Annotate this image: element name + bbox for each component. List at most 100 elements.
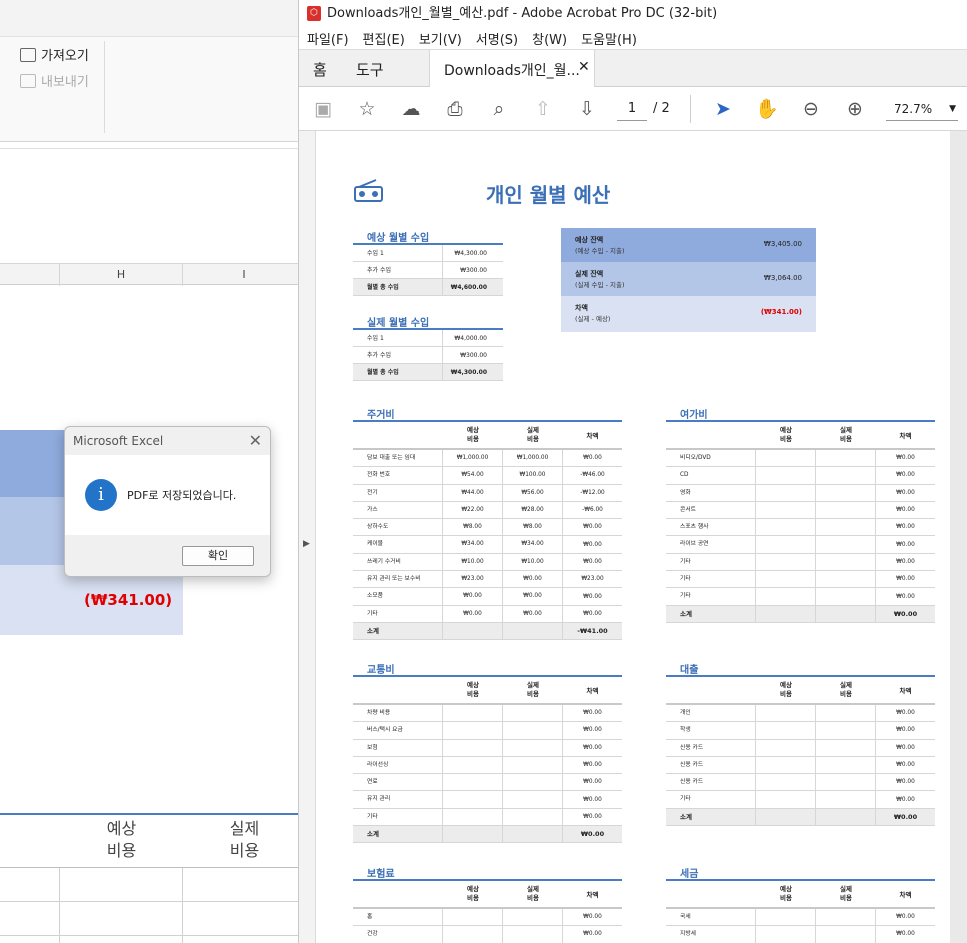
excel-message-dialog: Microsoft Excel ✕ i PDF로 저장되었습니다. 확인 <box>64 426 271 577</box>
expense-row: 버스/택시 요금 ₩0.00 <box>353 722 622 740</box>
actual-cost-cell <box>816 808 876 826</box>
expand-panel-icon[interactable]: ▶ <box>303 539 310 549</box>
difference-cell: ₩0.00 <box>583 710 602 717</box>
income-label: 월별 총 수입 <box>353 279 443 295</box>
planned-cost-header[interactable]: 예상 비용 <box>60 818 183 862</box>
planned-cost-cell <box>443 926 503 943</box>
expense-table-title: 여가비 <box>680 410 708 421</box>
tab-tools[interactable]: 도구 <box>356 59 384 80</box>
difference-cell: ₩0.00 <box>583 455 602 462</box>
difference-cell[interactable]: (₩341.00) <box>84 591 172 609</box>
left-panel-collapsed[interactable]: ▶ <box>299 131 316 943</box>
actual-cost-cell <box>503 774 563 791</box>
leisure-table: 여가비 예상 비용 실제 비용 차액 비디오/DVD ₩0.00 CD ₩0.00 영화 ₩0.0… <box>666 406 935 623</box>
difference-cell: ₩23.00 <box>581 576 604 583</box>
cloud-upload-icon[interactable]: ☁ <box>399 97 423 121</box>
planned-cost-cell <box>443 756 503 774</box>
tab-home[interactable]: 홈 <box>313 59 327 80</box>
zoom-out-icon[interactable]: ⊖ <box>799 97 823 121</box>
menu-edit[interactable]: 편집(E) <box>363 29 405 48</box>
actual-cost-cell <box>816 571 876 588</box>
planned-cost-cell <box>756 926 816 943</box>
summary-row: 실제 잔액 (실제 수입 - 지출) ₩3,064.00 <box>561 262 816 296</box>
bookmark-star-icon[interactable]: ☆ <box>355 97 379 121</box>
difference-cell: ₩0.00 <box>896 762 915 769</box>
difference-cell: ₩0.00 <box>893 609 918 618</box>
pdf-app-icon: ⬡ <box>307 6 321 21</box>
difference-cell: ₩0.00 <box>896 455 915 462</box>
difference-cell: ₩0.00 <box>583 558 602 565</box>
income-value: ₩4,600.00 <box>450 283 487 291</box>
info-icon: i <box>85 479 117 511</box>
subtotal-row: 소계 ₩0.00 <box>666 605 935 623</box>
column-header-h[interactable]: H <box>60 264 183 286</box>
subtotal-row: 소계 ₩0.00 <box>353 826 622 844</box>
expense-row: 케이블 ₩34.00 ₩34.00 ₩0.00 <box>353 536 622 554</box>
page-number-input[interactable]: 1 <box>617 99 647 121</box>
column-header-i[interactable]: I <box>183 264 298 286</box>
planned-cost-cell: ₩10.00 <box>443 553 503 571</box>
income-row: 월별 총 수입 ₩4,300.00 <box>353 364 503 381</box>
actual-cost-cell: ₩0.00 <box>503 571 563 588</box>
difference-cell: ₩0.00 <box>583 610 602 617</box>
difference-cell: -₩6.00 <box>582 507 603 514</box>
difference-cell: ₩0.00 <box>583 796 602 803</box>
planned-cost-cell: ₩8.00 <box>443 519 503 536</box>
table-header-rule <box>0 813 298 815</box>
next-page-icon[interactable]: ⇩ <box>575 97 599 121</box>
column-header-g[interactable] <box>0 264 60 286</box>
expense-label: 기타 <box>666 571 756 588</box>
planned-cost-cell <box>756 519 816 536</box>
export-button[interactable]: 내보내기 <box>20 71 89 90</box>
summary-value: ₩3,064.00 <box>763 274 802 282</box>
planned-cost-cell <box>756 808 816 826</box>
menu-view[interactable]: 보기(V) <box>419 29 462 48</box>
save-icon[interactable]: ▣ <box>311 97 335 121</box>
expense-label: 전화 번호 <box>353 467 443 484</box>
actual-cost-header[interactable]: 실제 비용 <box>183 818 298 862</box>
menu-sign[interactable]: 서명(S) <box>476 29 518 48</box>
difference-cell: ₩0.00 <box>583 541 602 548</box>
expense-label: 라이선싱 <box>353 756 443 774</box>
difference-cell: -₩12.00 <box>580 489 605 496</box>
ok-button[interactable]: 확인 <box>182 546 254 566</box>
planned-cost-col: 예상 비용 <box>467 426 479 443</box>
expense-row: 연료 ₩0.00 <box>353 774 622 792</box>
planned-cost-col: 예상 비용 <box>780 885 792 902</box>
expense-label: 영화 <box>666 484 756 501</box>
difference-cell: ₩0.00 <box>896 779 915 786</box>
hand-tool-icon[interactable]: ✋ <box>755 97 779 121</box>
menu-file[interactable]: 파일(F) <box>307 29 349 48</box>
income-value: ₩4,300.00 <box>450 368 487 376</box>
tab-document-label: Downloads개인_월... <box>444 63 580 79</box>
actual-cost-cell: ₩10.00 <box>503 553 563 571</box>
pdf-page: 개인 월별 예산 예상 월별 수입 수입 1 ₩4,300.00 추가 수입 ₩300.… <box>316 131 950 943</box>
vertical-scrollbar[interactable] <box>950 131 967 943</box>
zoom-in-icon[interactable]: ⊕ <box>843 97 867 121</box>
difference-cell: ₩0.00 <box>583 524 602 531</box>
summary-sub: (예상 수입 - 지출) <box>575 247 625 255</box>
close-icon[interactable]: ✕ <box>249 431 262 450</box>
difference-cell: ₩0.00 <box>896 489 915 496</box>
search-zoom-icon[interactable]: ⌕ <box>487 97 511 121</box>
planned-cost-cell <box>756 605 816 622</box>
excel-window: 가져오기 내보내기 H I (₩341.00) 예상 비용 실제 비용 Micr… <box>0 0 298 943</box>
expense-label: 라이브 공연 <box>666 536 756 553</box>
expense-label: 소계 <box>353 622 443 640</box>
income-value: ₩300.00 <box>460 351 487 359</box>
menu-window[interactable]: 창(W) <box>532 29 567 48</box>
export-label: 내보내기 <box>41 75 89 90</box>
tab-document[interactable]: Downloads개인_월... ✕ <box>429 50 595 88</box>
import-button[interactable]: 가져오기 <box>20 45 89 64</box>
close-tab-icon[interactable]: ✕ <box>578 59 590 75</box>
print-icon[interactable]: ⎙ <box>443 97 467 121</box>
zoom-select[interactable]: 72.7% ▼ <box>886 99 958 121</box>
summary-label: 실제 잔액 <box>575 270 604 278</box>
actual-cost-cell <box>816 536 876 553</box>
previous-page-icon[interactable]: ⇧ <box>531 97 555 121</box>
difference-cell: ₩0.00 <box>583 813 602 820</box>
menu-help[interactable]: 도움말(H) <box>581 29 637 48</box>
select-cursor-icon[interactable]: ➤ <box>711 97 735 121</box>
expense-label: 기타 <box>666 791 756 808</box>
planned-cost-cell <box>756 501 816 519</box>
